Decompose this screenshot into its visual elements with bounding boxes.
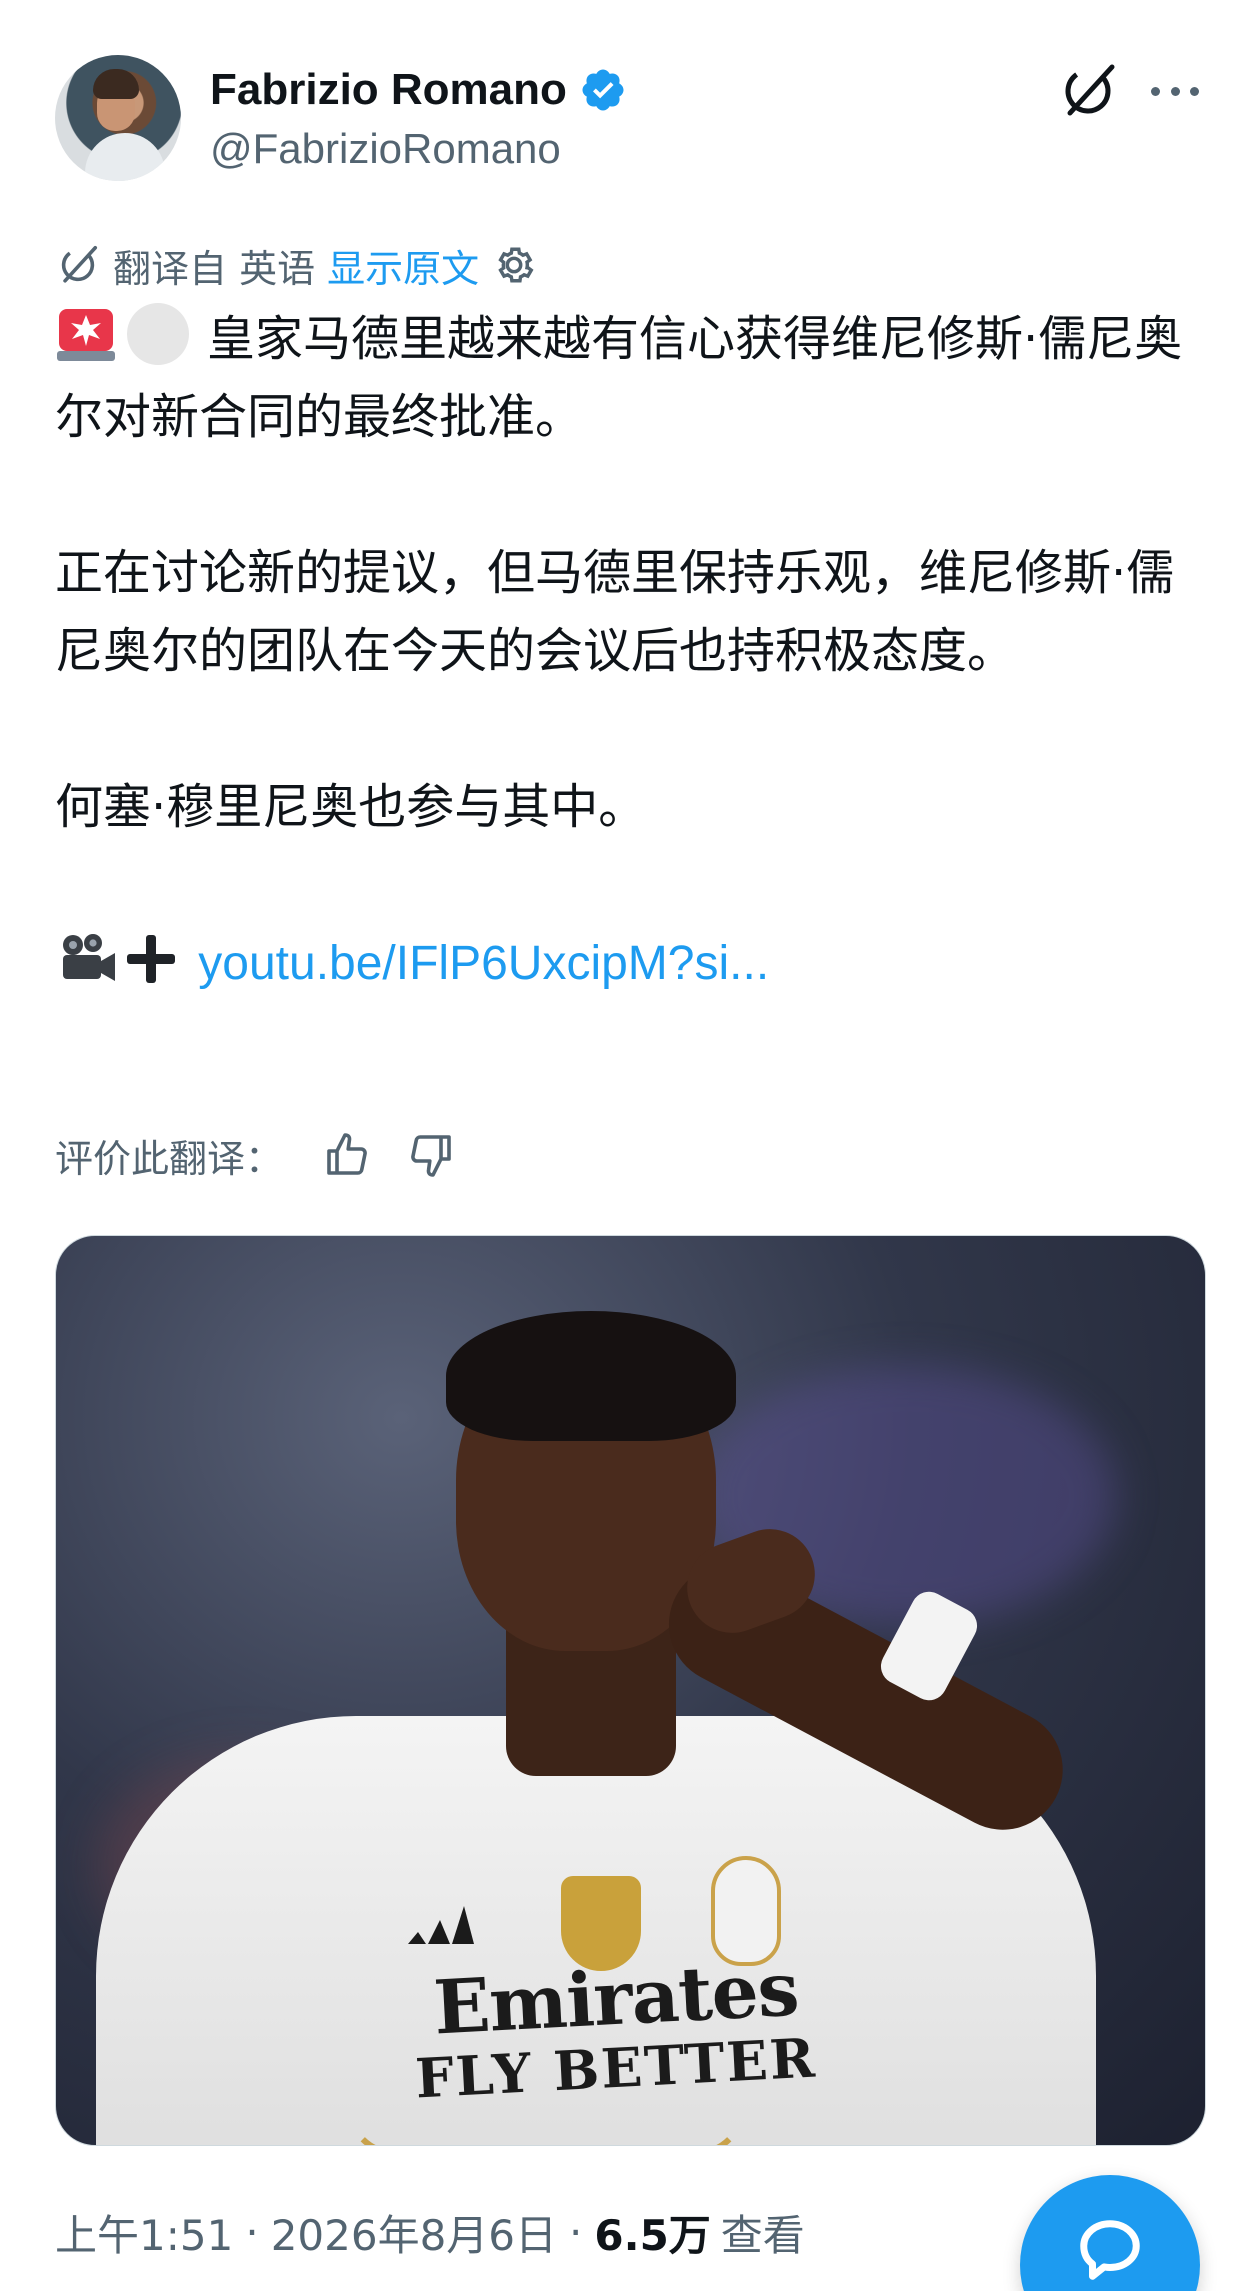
compose-reply-icon [1080,2220,1140,2280]
author-name[interactable]: Fabrizio Romano [210,65,567,115]
translated-from-label: 翻译自 英语 [113,246,316,291]
tweet-media-image[interactable]: Emirates FLY BETTER [55,1235,1206,2146]
tweet-line-1: 皇家马德里越来越有信心获得维尼修斯·儒尼奥尔对新合同的最终批准。 [55,311,1183,445]
separator-dot: · [569,2207,583,2257]
tweet-paragraph-4: youtu.be/IFlP6UxcipM?si... [55,924,1205,1003]
grok-icon[interactable] [1056,59,1120,123]
author-name-row[interactable]: Fabrizio Romano [210,60,627,120]
tweet-link[interactable]: youtu.be/IFlP6UxcipM?si... [198,937,769,990]
tweet-time[interactable]: 上午1:51 [55,2202,233,2263]
plus-emoji-icon [127,935,175,983]
views-count[interactable]: 6.5万 [594,2202,710,2263]
show-original-link[interactable]: 显示原文 [327,238,479,293]
rate-translation-label: 评价此翻译： [55,1136,284,1181]
tweet-paragraph-3: 何塞·穆里尼奥也参与其中。 [55,779,647,835]
movie-camera-emoji-icon [63,934,115,981]
translate-icon [61,245,98,283]
tweet-paragraph-1: 皇家马德里越来越有信心获得维尼修斯·儒尼奥尔对新合同的最终批准。 [55,300,1205,456]
tweet-text: 皇家马德里越来越有信心获得维尼修斯·儒尼奥尔对新合同的最终批准。 正在讨论新的提… [55,300,1205,1003]
tweet-header: Fabrizio Romano @FabrizioRomano [55,55,1205,185]
translation-bar: 翻译自 英语 显示原文 [55,237,537,293]
adidas-logo-icon [408,1906,474,1944]
avatar[interactable] [55,55,181,181]
rate-translation-row: 评价此翻译： [55,1120,455,1190]
compose-reply-button[interactable] [1020,2175,1200,2291]
thumbs-down-icon[interactable] [407,1131,455,1179]
settings-icon[interactable] [491,242,537,288]
tweet-paragraph-2: 正在讨论新的提议，但马德里保持乐观，维尼修斯·儒尼奥尔的团队在今天的会议后也持积… [55,545,1175,679]
more-icon[interactable] [1145,71,1205,111]
thumbs-up-icon[interactable] [323,1131,371,1179]
separator-dot: · [245,2207,259,2257]
author-handle[interactable]: @FabrizioRomano [210,125,561,173]
siren-emoji-icon [57,309,115,361]
verified-badge-icon [582,69,624,111]
tweet-meta: 上午1:51 · 2026年8月6日 · 6.5万 查看 [55,2200,805,2264]
tweet-date[interactable]: 2026年8月6日 [271,2202,557,2263]
views-label[interactable]: 查看 [721,2202,805,2263]
circle-emoji-icon [127,303,189,365]
